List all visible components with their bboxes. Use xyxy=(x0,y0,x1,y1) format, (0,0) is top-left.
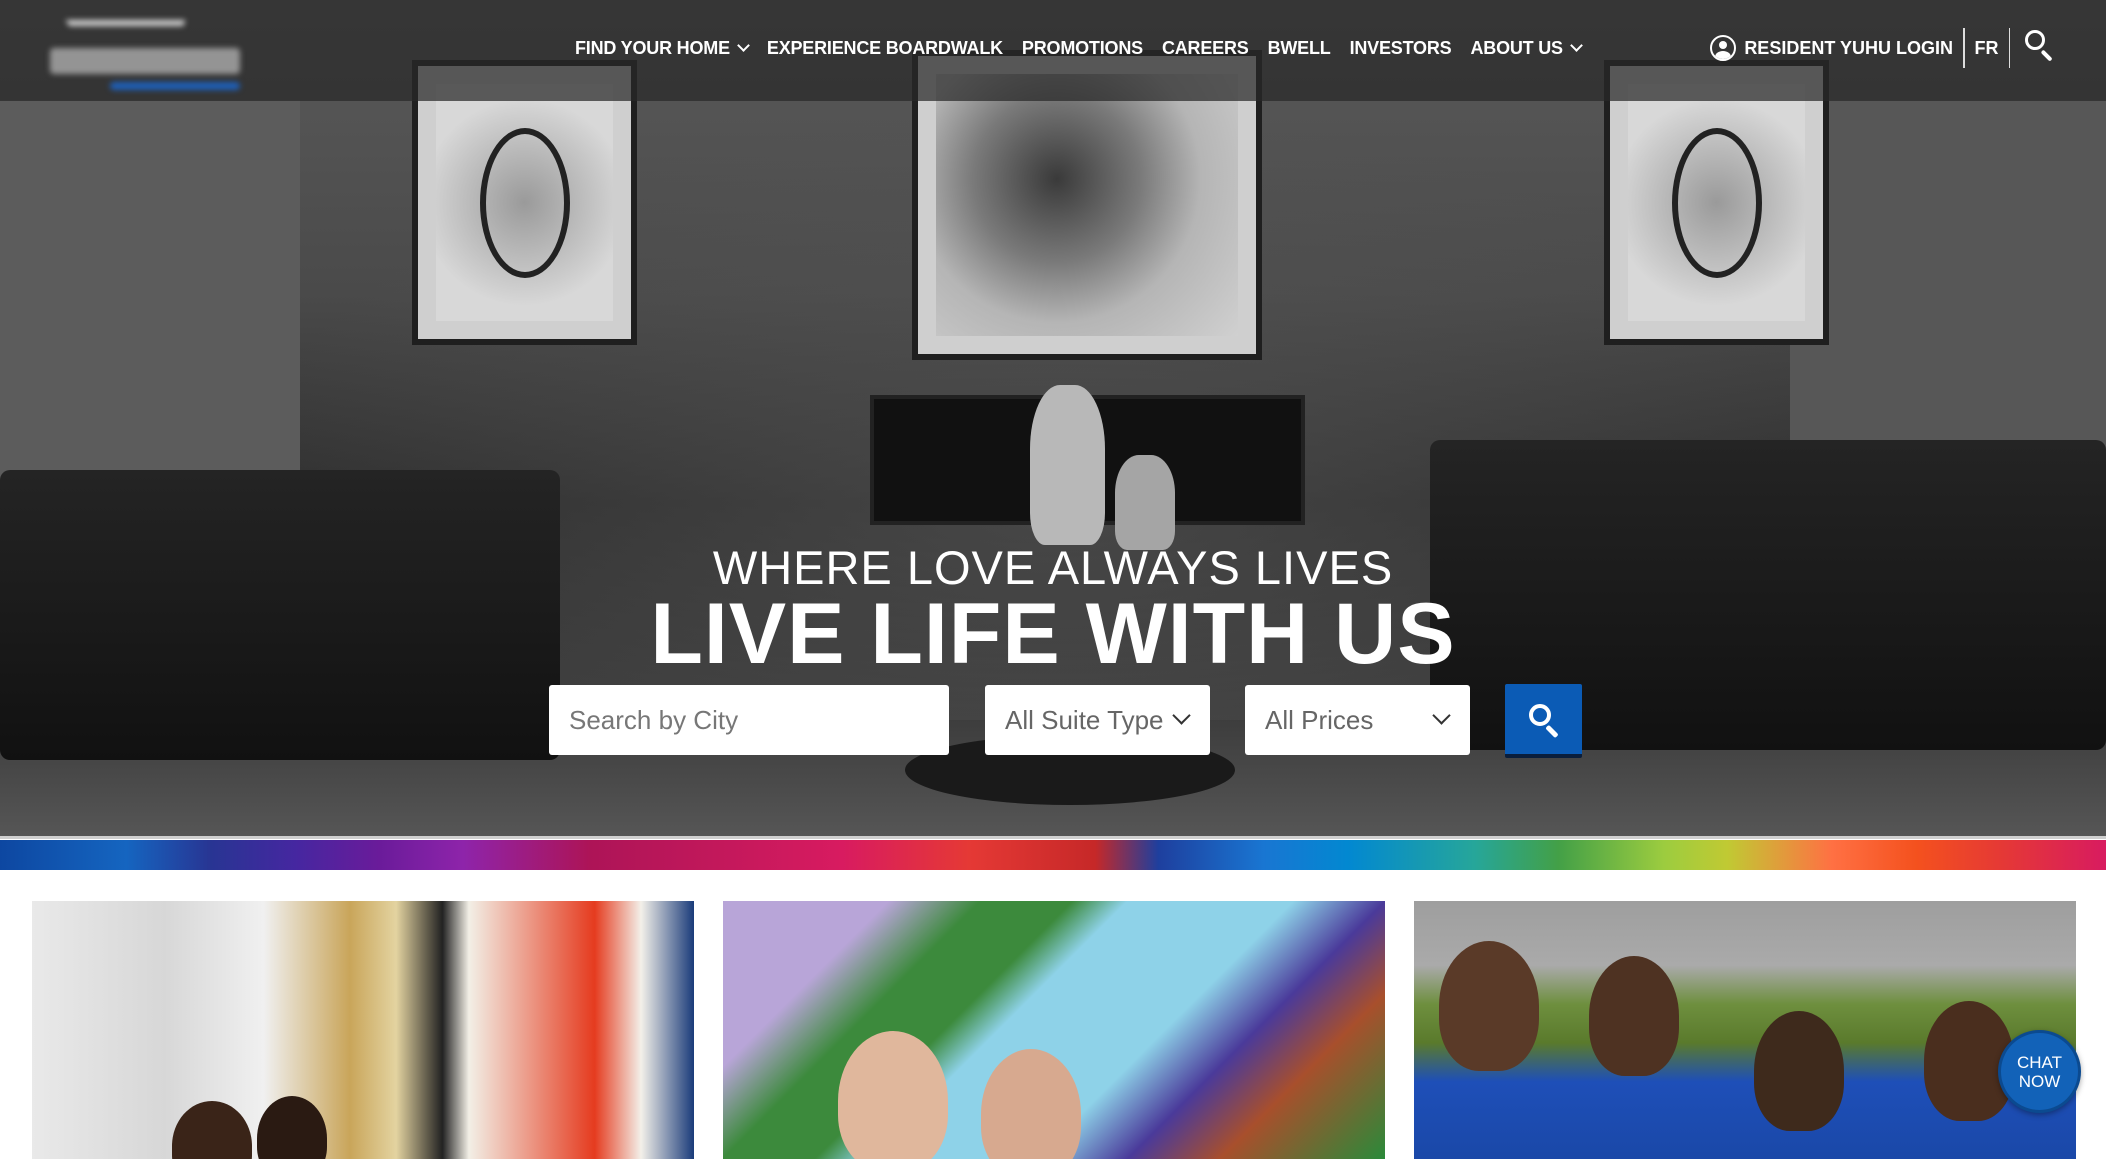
hero-headline: LIVE LIFE WITH US xyxy=(650,586,1456,682)
nav-careers-label: CAREERS xyxy=(1161,37,1249,58)
strip-divider xyxy=(0,836,2106,839)
nav-bwell[interactable]: BWELL xyxy=(1268,38,1331,59)
search-submit-button[interactable] xyxy=(1505,684,1582,758)
nav-about-us-label: ABOUT US xyxy=(1470,37,1563,58)
nav-experience-boardwalk[interactable]: EXPERIENCE BOARDWALK xyxy=(767,38,1003,59)
chevron-down-icon xyxy=(737,39,750,52)
resident-login-link[interactable]: RESIDENT YUHU LOGIN xyxy=(1744,38,1953,59)
suite-type-value: All Suite Type xyxy=(1005,704,1164,735)
person-photo xyxy=(172,1101,252,1159)
hero-vase xyxy=(1030,385,1105,545)
hero-vase-small xyxy=(1115,455,1175,550)
search-icon[interactable] xyxy=(2024,29,2054,62)
chevron-down-icon xyxy=(1172,706,1191,725)
utility-nav: RESIDENT YUHU LOGIN FR xyxy=(1710,28,2054,68)
price-select[interactable]: All Prices xyxy=(1245,685,1470,755)
chat-label-line1: CHAT xyxy=(2016,1052,2062,1072)
person-photo xyxy=(257,1096,327,1159)
photo-card-1[interactable] xyxy=(32,901,694,1159)
color-stripe-divider xyxy=(0,840,2106,870)
nav-bwell-label: BWELL xyxy=(1267,37,1331,58)
nav-promotions[interactable]: PROMOTIONS xyxy=(1022,38,1143,59)
person-photo xyxy=(1439,941,1539,1071)
search-icon xyxy=(1529,704,1551,726)
nav-experience-boardwalk-label: EXPERIENCE BOARDWALK xyxy=(766,37,1003,58)
chat-label-line2: NOW xyxy=(2018,1071,2061,1091)
photo-card-3[interactable] xyxy=(1414,901,2076,1159)
price-value: All Prices xyxy=(1265,704,1374,735)
nav-find-your-home-label: FIND YOUR HOME xyxy=(575,37,730,58)
chat-now-button[interactable]: CHAT NOW xyxy=(1998,1030,2081,1113)
nav-promotions-label: PROMOTIONS xyxy=(1021,37,1143,58)
nav-investors-label: INVESTORS xyxy=(1349,37,1452,58)
chevron-down-icon xyxy=(1432,706,1451,725)
person-photo xyxy=(1589,956,1679,1076)
chevron-down-icon xyxy=(1570,39,1583,52)
person-photo xyxy=(1754,1011,1844,1131)
photo-card-2[interactable] xyxy=(723,901,1385,1159)
person-photo xyxy=(838,1031,948,1159)
nav-divider xyxy=(2008,28,2010,68)
hero-artwork-right xyxy=(1604,60,1829,345)
hero-artwork-left xyxy=(412,60,637,345)
boardwalk-logo[interactable] xyxy=(40,10,250,90)
nav-find-your-home[interactable]: FIND YOUR HOME xyxy=(575,37,750,59)
user-circle-icon[interactable] xyxy=(1710,35,1737,61)
nav-about-us[interactable]: ABOUT US xyxy=(1470,37,1583,59)
nav-divider xyxy=(1963,28,1965,68)
nav-investors[interactable]: INVESTORS xyxy=(1350,38,1452,59)
person-photo xyxy=(981,1049,1081,1159)
top-navigation: FIND YOUR HOME EXPERIENCE BOARDWALK PROM… xyxy=(0,0,2106,101)
nav-careers[interactable]: CAREERS xyxy=(1162,38,1249,59)
language-toggle[interactable]: FR xyxy=(1975,38,1999,59)
main-menu: FIND YOUR HOME EXPERIENCE BOARDWALK PROM… xyxy=(575,36,1600,60)
city-search-field[interactable] xyxy=(549,685,949,755)
suite-type-select[interactable]: All Suite Type xyxy=(985,685,1210,755)
city-search-input[interactable] xyxy=(569,704,949,736)
